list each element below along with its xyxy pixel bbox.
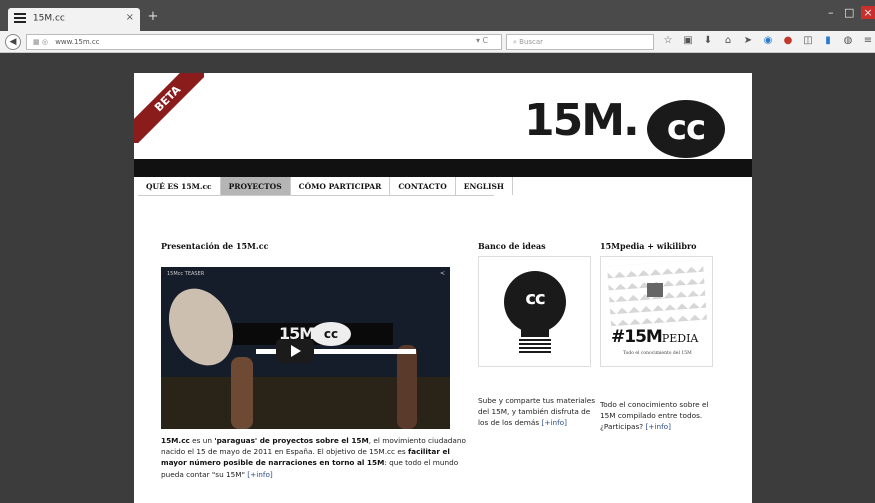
extension-blue-icon[interactable]: ◉: [762, 35, 774, 49]
beta-ribbon: BETA: [134, 73, 204, 143]
header-bar: [134, 159, 752, 177]
back-arrow-icon[interactable]: ◀: [5, 34, 21, 50]
video-arm-left: [231, 357, 253, 429]
browser-nav-bar: ◀ ▦ ◎ www.15m.cc ▾ C ⌕ Buscar ☆ ▣ ⬇ ⌂ ➤ …: [0, 31, 875, 53]
video-player[interactable]: 15M. cc 15Mcc TEASER <: [161, 267, 450, 429]
send-icon[interactable]: ➤: [742, 35, 754, 49]
toolbar-icons: ☆ ▣ ⬇ ⌂ ➤ ◉ ● ◫ ▮ ◍ ≡: [662, 35, 874, 49]
lightbulb-neck: [521, 323, 549, 337]
menu-favicon-icon: [14, 13, 26, 23]
site-logo-text[interactable]: 15M.: [524, 95, 640, 146]
extension-circle-icon[interactable]: ◍: [842, 35, 854, 49]
download-icon[interactable]: ⬇: [702, 35, 714, 49]
site-header: BETA 15M. cc: [134, 73, 752, 161]
menu-item-que-es[interactable]: QUÉ ES 15M.cc: [138, 177, 221, 195]
wiki-title: 15Mpedia + wikilibro: [600, 241, 697, 251]
extension-red-icon[interactable]: ●: [782, 35, 794, 49]
extension-translate-icon[interactable]: ◫: [802, 35, 814, 49]
desc-info-link[interactable]: [+info]: [247, 470, 273, 479]
menu-item-contacto[interactable]: CONTACTO: [390, 177, 456, 195]
desc-bold-2: 'paraguas' de proyectos sobre el 15M: [214, 436, 369, 445]
beta-label: BETA: [134, 73, 204, 143]
tab-close-icon[interactable]: ×: [126, 12, 134, 23]
presentation-title: Presentación de 15M.cc: [161, 241, 269, 251]
wiki-card[interactable]: #15MPEDIA Todo el conocimiento del 15M: [600, 256, 713, 367]
pedia-big: #15M: [611, 327, 663, 347]
share-icon[interactable]: <: [440, 270, 445, 277]
menu-item-como-participar[interactable]: CÓMO PARTICIPAR: [291, 177, 391, 195]
reload-icon[interactable]: ▾ C: [476, 36, 488, 45]
play-button[interactable]: [276, 339, 314, 363]
menu-item-english[interactable]: ENGLISH: [456, 177, 514, 195]
web-page: BETA 15M. cc QUÉ ES 15M.cc PROYECTOS CÓM…: [134, 73, 752, 503]
bank-info-link[interactable]: [+info]: [542, 418, 568, 427]
bank-description: Sube y comparte tus materiales del 15M, …: [478, 395, 596, 428]
tab-title: 15M.cc: [32, 13, 65, 24]
bank-card[interactable]: cc: [478, 256, 591, 367]
puzzle-piece: [647, 283, 663, 297]
wiki-info-link[interactable]: [+info]: [645, 422, 671, 431]
desc-text-1: es un: [189, 436, 215, 445]
video-title[interactable]: 15Mcc TEASER: [167, 271, 204, 277]
home-icon[interactable]: ⌂: [722, 35, 734, 49]
close-window-button[interactable]: ×: [861, 6, 875, 19]
search-input[interactable]: ⌕ Buscar: [506, 34, 654, 50]
url-bar[interactable]: ▦ ◎ www.15m.cc: [26, 34, 502, 50]
site-logo-circle[interactable]: cc: [647, 100, 725, 158]
new-tab-button[interactable]: +: [144, 10, 162, 26]
presentation-description: 15M.cc es un 'paraguas' de proyectos sob…: [161, 435, 471, 480]
reading-list-icon[interactable]: ▣: [682, 35, 694, 49]
maximize-button[interactable]: □: [844, 6, 854, 19]
video-arm-right: [397, 345, 417, 429]
lightbulb-base: [519, 339, 551, 355]
bank-text: Sube y comparte tus materiales del 15M, …: [478, 396, 596, 427]
bookmark-star-icon[interactable]: ☆: [662, 35, 674, 49]
menu-icon[interactable]: ≡: [862, 35, 874, 49]
bank-title: Banco de ideas: [478, 241, 546, 251]
pedia-logo: #15MPEDIA: [611, 327, 698, 347]
browser-tab-bar: 15M.cc × + – □ ×: [0, 0, 875, 31]
search-placeholder: Buscar: [519, 38, 544, 46]
extension-lock-icon[interactable]: ▮: [822, 35, 834, 49]
main-menu: QUÉ ES 15M.cc PROYECTOS CÓMO PARTICIPAR …: [138, 177, 514, 196]
wiki-description: Todo el conocimiento sobre el 15M compil…: [600, 399, 718, 432]
browser-tab[interactable]: 15M.cc ×: [8, 8, 140, 31]
video-logo-circle: cc: [311, 322, 351, 346]
pedia-subtitle: Todo el conocimiento del 15M: [623, 351, 692, 356]
url-text: www.15m.cc: [55, 38, 100, 46]
pedia-small: PEDIA: [661, 332, 699, 345]
page-info-icon: ▦ ◎: [33, 38, 48, 46]
menu-item-proyectos[interactable]: PROYECTOS: [220, 177, 291, 195]
minimize-button[interactable]: –: [828, 6, 834, 19]
desc-bold-1: 15M.cc: [161, 436, 190, 445]
